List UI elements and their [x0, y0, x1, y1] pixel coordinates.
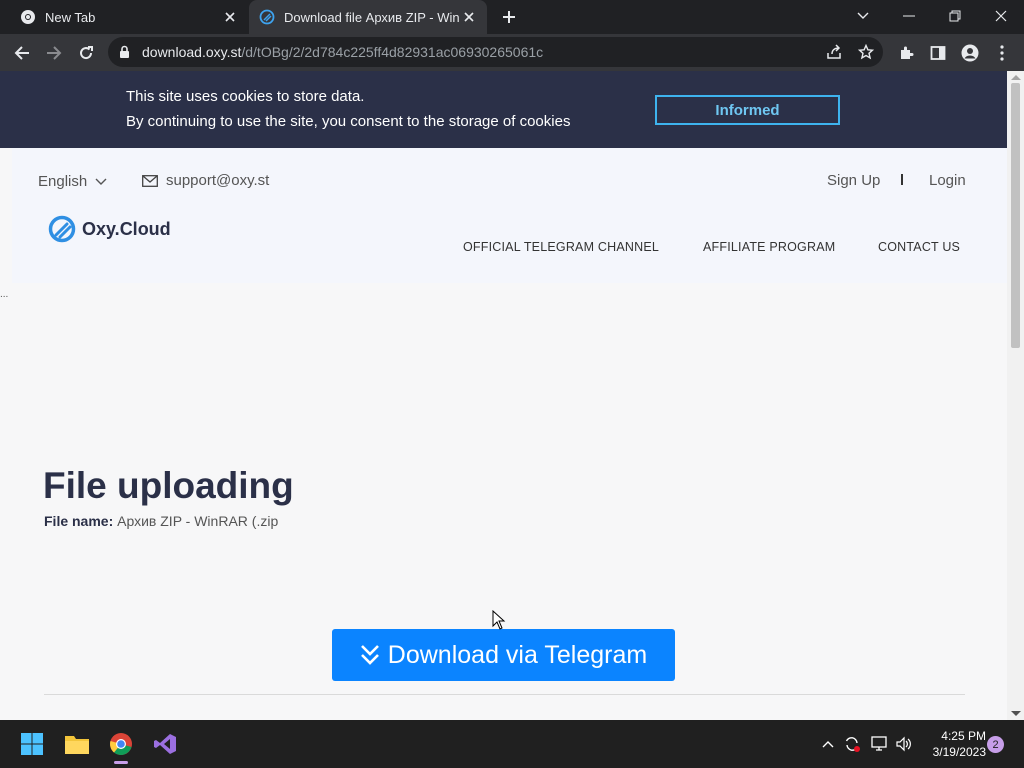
tab-search-icon[interactable] [840, 0, 886, 32]
url-text: download.oxy.st/d/tOBg/2/2d784c225ff4d82… [142, 44, 543, 60]
auth-divider [901, 174, 903, 185]
file-name-row: File name: Архив ZIP - WinRAR (.zip [44, 513, 278, 529]
support-email: support@oxy.st [166, 172, 270, 189]
windows-taskbar: 4:25 PM 3/19/2023 2 [0, 720, 1024, 768]
clock-time: 4:25 PM [941, 729, 986, 743]
back-icon[interactable] [9, 40, 35, 66]
page-title: File uploading [43, 465, 294, 506]
logo-text: Oxy.Cloud [82, 218, 171, 239]
forward-icon[interactable] [41, 40, 67, 66]
nav-official-telegram-channel[interactable]: OFFICIAL TELEGRAM CHANNEL [463, 240, 659, 254]
clock-date: 3/19/2023 [932, 745, 986, 759]
informed-button[interactable]: Informed [655, 95, 840, 125]
new-tab-icon[interactable] [498, 6, 520, 28]
file-name-label: File name: [44, 513, 114, 529]
download-button-label: Download via Telegram [387, 640, 648, 669]
ellipsis-text: ... [0, 289, 9, 300]
share-icon[interactable] [825, 43, 843, 61]
side-panel-icon[interactable] [925, 40, 951, 66]
volume-icon[interactable] [894, 734, 914, 754]
menu-kebab-icon[interactable] [989, 40, 1015, 66]
scroll-down-arrow-icon[interactable] [1011, 711, 1021, 716]
url-host: download.oxy.st [142, 44, 242, 60]
url-path: /d/tOBg/2/2d784c225ff4d82931ac0693026506… [241, 44, 544, 60]
browser-toolbar: download.oxy.st/d/tOBg/2/2d784c225ff4d82… [0, 34, 1024, 71]
download-via-telegram-button[interactable]: Download via Telegram [332, 629, 675, 681]
profile-icon[interactable] [957, 40, 983, 66]
bookmark-star-icon[interactable] [857, 43, 875, 61]
chrome-icon [20, 9, 36, 25]
sync-alert-icon[interactable] [842, 734, 862, 754]
mouse-cursor-icon [492, 609, 506, 635]
web-page: This site uses cookies to store data. By… [0, 71, 1007, 720]
file-name-value: Архив ZIP - WinRAR (.zip [117, 513, 279, 529]
divider [44, 694, 965, 695]
cookie-banner: This site uses cookies to store data. By… [0, 71, 1007, 148]
tab-new-tab[interactable]: New Tab [8, 0, 248, 34]
tab-title: Download file Архив ZIP - WinRAR (.zip) [284, 9, 459, 25]
nav-affiliate-program[interactable]: AFFILIATE PROGRAM [703, 240, 835, 254]
system-clock[interactable]: 4:25 PM 3/19/2023 [922, 728, 986, 760]
minimize-icon[interactable] [886, 0, 932, 32]
tab-title: New Tab [45, 9, 96, 25]
reload-icon[interactable] [73, 40, 99, 66]
extensions-icon[interactable] [893, 40, 919, 66]
close-tab-icon[interactable] [222, 9, 238, 25]
restore-icon[interactable] [932, 0, 978, 32]
support-email-link[interactable]: support@oxy.st [142, 172, 269, 189]
tab-download-file[interactable]: Download file Архив ZIP - WinRAR (.zip) [249, 0, 487, 34]
file-explorer-icon[interactable] [61, 728, 93, 760]
sign-up-link[interactable]: Sign Up [827, 172, 880, 189]
scroll-up-arrow-icon[interactable] [1011, 75, 1021, 80]
oxy-cloud-icon [259, 9, 275, 25]
network-icon[interactable] [870, 734, 890, 754]
nav-contact-us[interactable]: CONTACT US [878, 240, 960, 254]
visual-studio-icon[interactable] [149, 728, 181, 760]
double-chevron-down-icon [360, 645, 379, 665]
cookie-text-line1: This site uses cookies to store data. [126, 88, 365, 105]
chrome-taskbar-icon[interactable] [105, 728, 137, 764]
tab-strip: New Tab Download file Архив ZIP - WinRAR… [0, 0, 1024, 34]
page-scrollbar[interactable] [1007, 71, 1024, 720]
login-link[interactable]: Login [929, 172, 966, 189]
notification-badge[interactable]: 2 [987, 736, 1004, 753]
start-windows-icon[interactable] [16, 728, 48, 760]
site-logo[interactable]: Oxy.Cloud [48, 215, 171, 243]
cookie-text-line2: By continuing to use the site, you conse… [126, 113, 571, 130]
language-label: English [38, 173, 88, 190]
close-tab-icon[interactable] [461, 9, 477, 25]
close-window-icon[interactable] [978, 0, 1024, 32]
mail-icon [142, 174, 158, 187]
oxy-cloud-logo-icon [48, 215, 76, 243]
chevron-up-icon[interactable] [818, 734, 838, 754]
language-selector[interactable]: English [38, 173, 107, 190]
chevron-down-icon [95, 178, 107, 185]
scrollbar-thumb[interactable] [1011, 83, 1020, 348]
address-bar[interactable]: download.oxy.st/d/tOBg/2/2d784c225ff4d82… [108, 37, 883, 67]
lock-icon[interactable] [119, 45, 130, 64]
